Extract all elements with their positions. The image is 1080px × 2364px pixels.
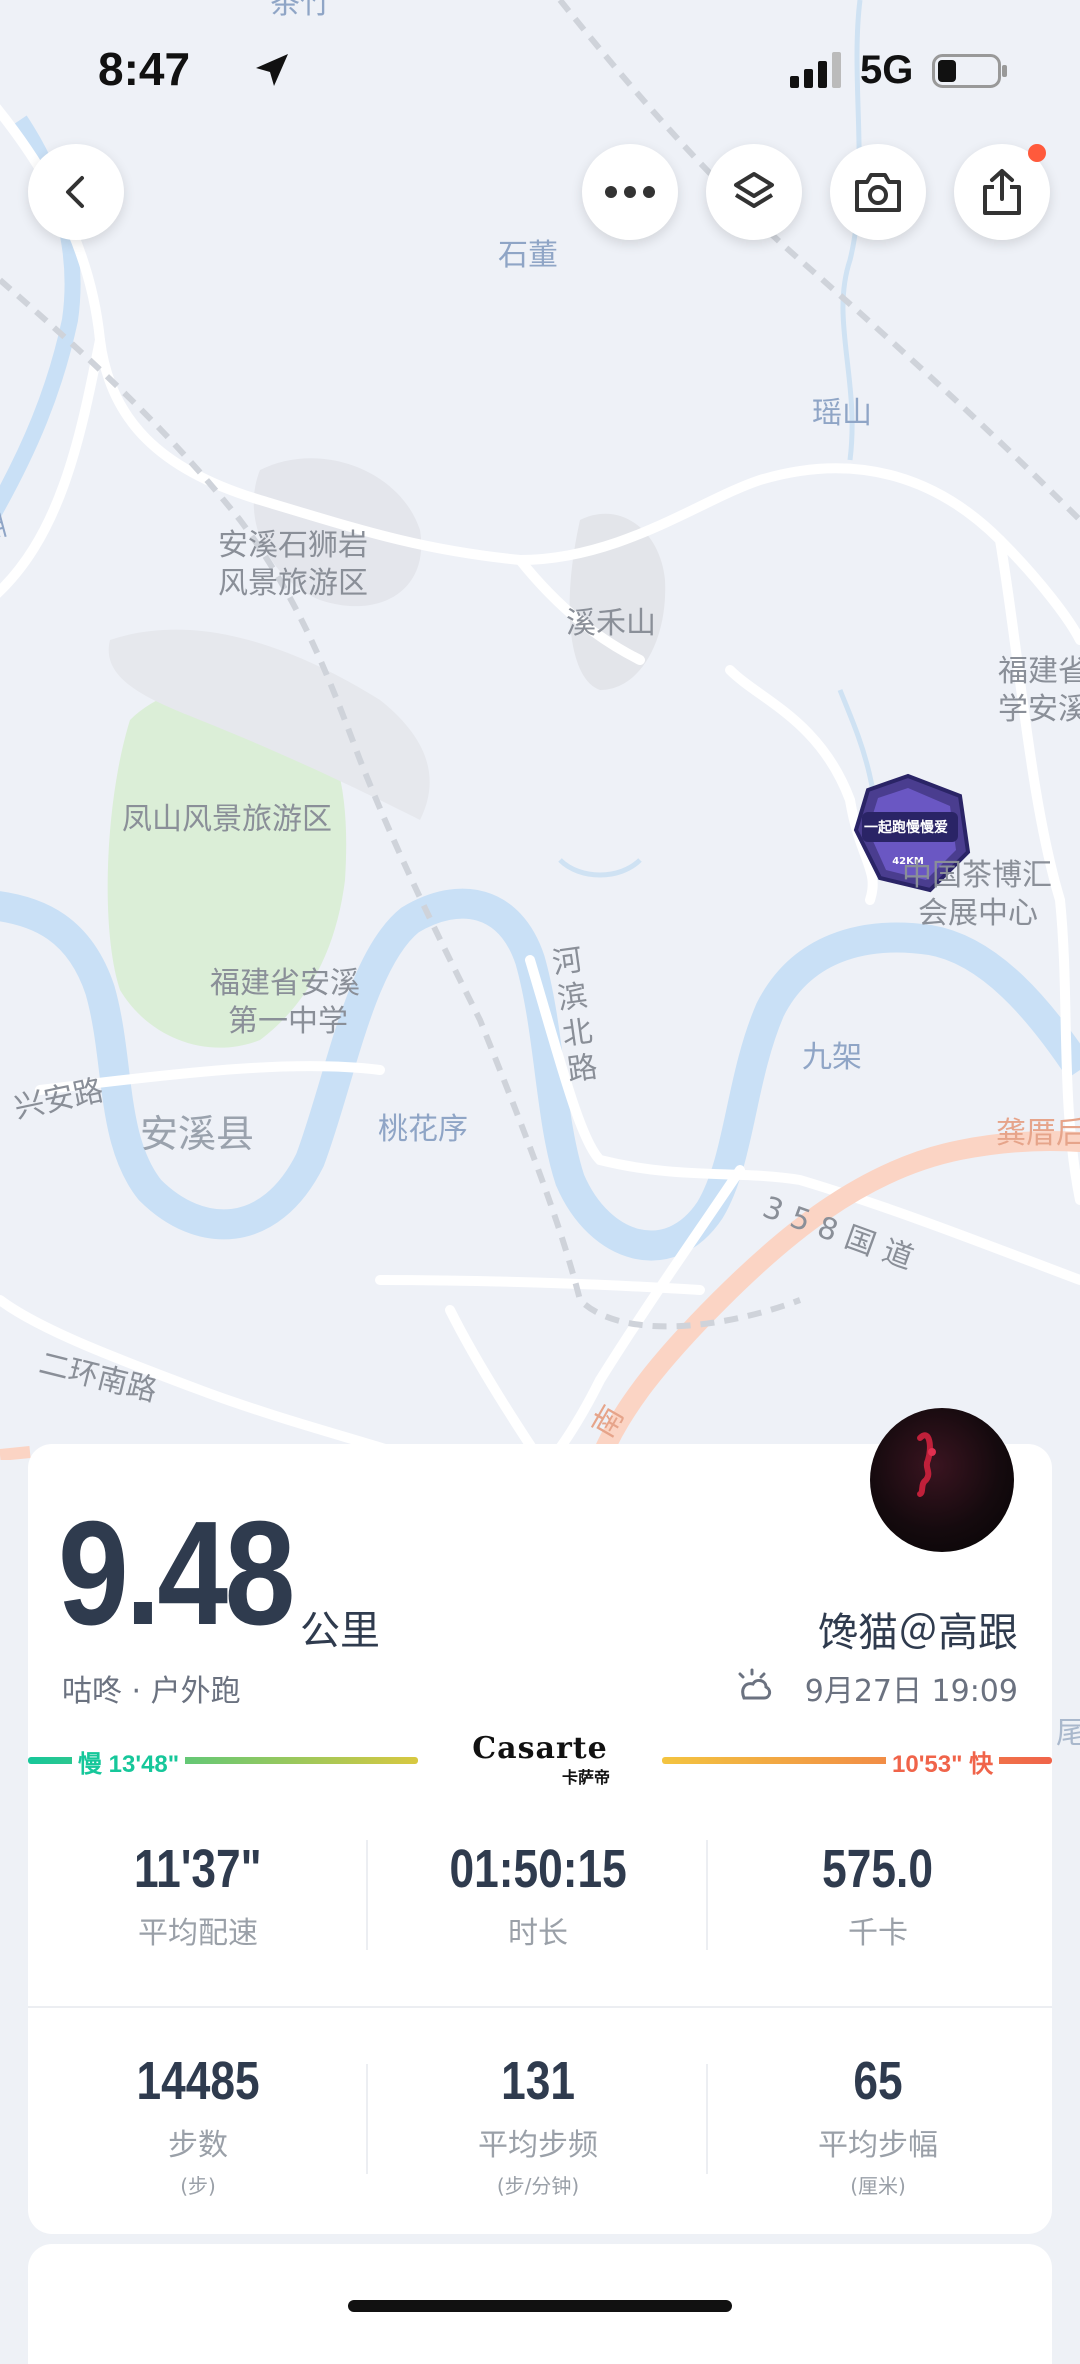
stat-label: 时长	[508, 1916, 568, 1951]
weather-cloudy-icon	[738, 1668, 772, 1700]
username: 馋猫＠高跟	[818, 1610, 1018, 1656]
map-label-xiheshan: 溪禾山	[566, 606, 656, 641]
stat-calories: 575.0 千卡	[708, 1842, 1048, 1952]
map-label-fujian-partial-1: 福建省	[998, 654, 1080, 689]
map-label-school-2: 第一中学	[228, 1004, 348, 1039]
pace-slow-label: 慢 13'48"	[72, 1744, 186, 1779]
more-button[interactable]	[582, 144, 678, 240]
share-icon	[983, 169, 1021, 215]
home-indicator[interactable]	[348, 2300, 732, 2312]
map-label-shidong: 石董	[498, 238, 558, 273]
stat-label: 千卡	[848, 1916, 908, 1951]
pace-fast-label: 10'53" 快	[886, 1744, 1000, 1779]
divider	[706, 1840, 708, 1950]
stat-unit: (步/分钟)	[496, 2174, 580, 2198]
location-arrow-icon	[256, 54, 288, 86]
divider	[28, 2006, 1052, 2008]
map-label-anxi-county: 安溪县	[140, 1112, 255, 1156]
layers-button[interactable]	[706, 144, 802, 240]
map-label-shishiyan-2: 风景旅游区	[218, 566, 368, 601]
camera-button[interactable]	[830, 144, 926, 240]
battery-icon	[932, 54, 1007, 88]
stat-unit: (步)	[180, 2174, 216, 2198]
map-label-yaoshan: 瑶山	[812, 396, 872, 431]
network-type: 5G	[860, 48, 914, 92]
stat-stride: 65 平均步幅 (厘米)	[708, 2054, 1048, 2199]
divider	[706, 2064, 708, 2174]
cellular-signal-icon	[790, 52, 841, 88]
map-label-shishiyan-1: 安溪石狮岩	[218, 528, 368, 563]
sponsor-name-cn: 卡萨帝	[561, 1768, 610, 1787]
stat-value: 131	[501, 2051, 575, 2111]
sport-type: 咕咚 · 户外跑	[62, 1674, 241, 1709]
stat-label: 平均配速	[138, 1916, 258, 1951]
distance-value: 9.48	[58, 1491, 295, 1656]
stat-value: 14485	[136, 2051, 260, 2111]
more-icon	[605, 186, 655, 198]
notification-dot	[1028, 144, 1046, 162]
map-label-gongcuo-partial: 龚厝后	[996, 1116, 1080, 1151]
stat-value: 575.0	[822, 1839, 934, 1899]
chevron-left-icon	[66, 176, 84, 208]
avatar[interactable]	[870, 1408, 1014, 1552]
stat-value: 01:50:15	[449, 1839, 627, 1899]
map-label-tea-expo-1: 中国茶博汇	[902, 858, 1052, 893]
layers-icon	[734, 172, 774, 208]
stat-steps: 14485 步数 (步)	[28, 2054, 368, 2199]
stat-avg-pace: 11'37" 平均配速	[28, 1842, 368, 1952]
back-button[interactable]	[28, 144, 124, 240]
map-label-school-1: 福建省安溪	[210, 966, 360, 1001]
map-label-jiujia: 九架	[802, 1040, 862, 1075]
stat-unit: (厘米)	[850, 2174, 906, 2198]
status-bar: 8:47 5G	[0, 0, 1080, 140]
sponsor-name-en: Casarte	[472, 1731, 608, 1766]
map-label-fengshan: 凤山风景旅游区	[122, 802, 332, 837]
stat-label: 平均步幅	[818, 2128, 938, 2163]
divider	[366, 1840, 368, 1950]
map-label-tea-expo-2: 会展中心	[918, 896, 1038, 931]
stat-value: 65	[853, 2051, 903, 2111]
stat-label: 步数	[168, 2128, 228, 2163]
stat-cadence: 131 平均步频 (步/分钟)	[368, 2054, 708, 2199]
stat-value: 11'37"	[134, 1839, 262, 1899]
status-time: 8:47	[98, 43, 191, 95]
camera-icon	[855, 173, 901, 212]
stat-label: 平均步频	[478, 2128, 598, 2163]
stat-duration: 01:50:15 时长	[368, 1842, 708, 1952]
run-datetime: 9月27日 19:09	[804, 1674, 1018, 1709]
divider	[366, 2064, 368, 2174]
map-view[interactable]: 一起跑慢慢爱 42KM	[0, 0, 1080, 1460]
distance-unit: 公里	[300, 1608, 380, 1654]
map-label-taohuaxu: 桃花序	[378, 1112, 468, 1147]
sponsor-logo: Casarte 卡萨帝	[460, 1734, 620, 1788]
map-label-fujian-partial-2: 学安溪	[998, 692, 1080, 727]
medal-label: 一起跑慢慢爱	[864, 819, 948, 836]
